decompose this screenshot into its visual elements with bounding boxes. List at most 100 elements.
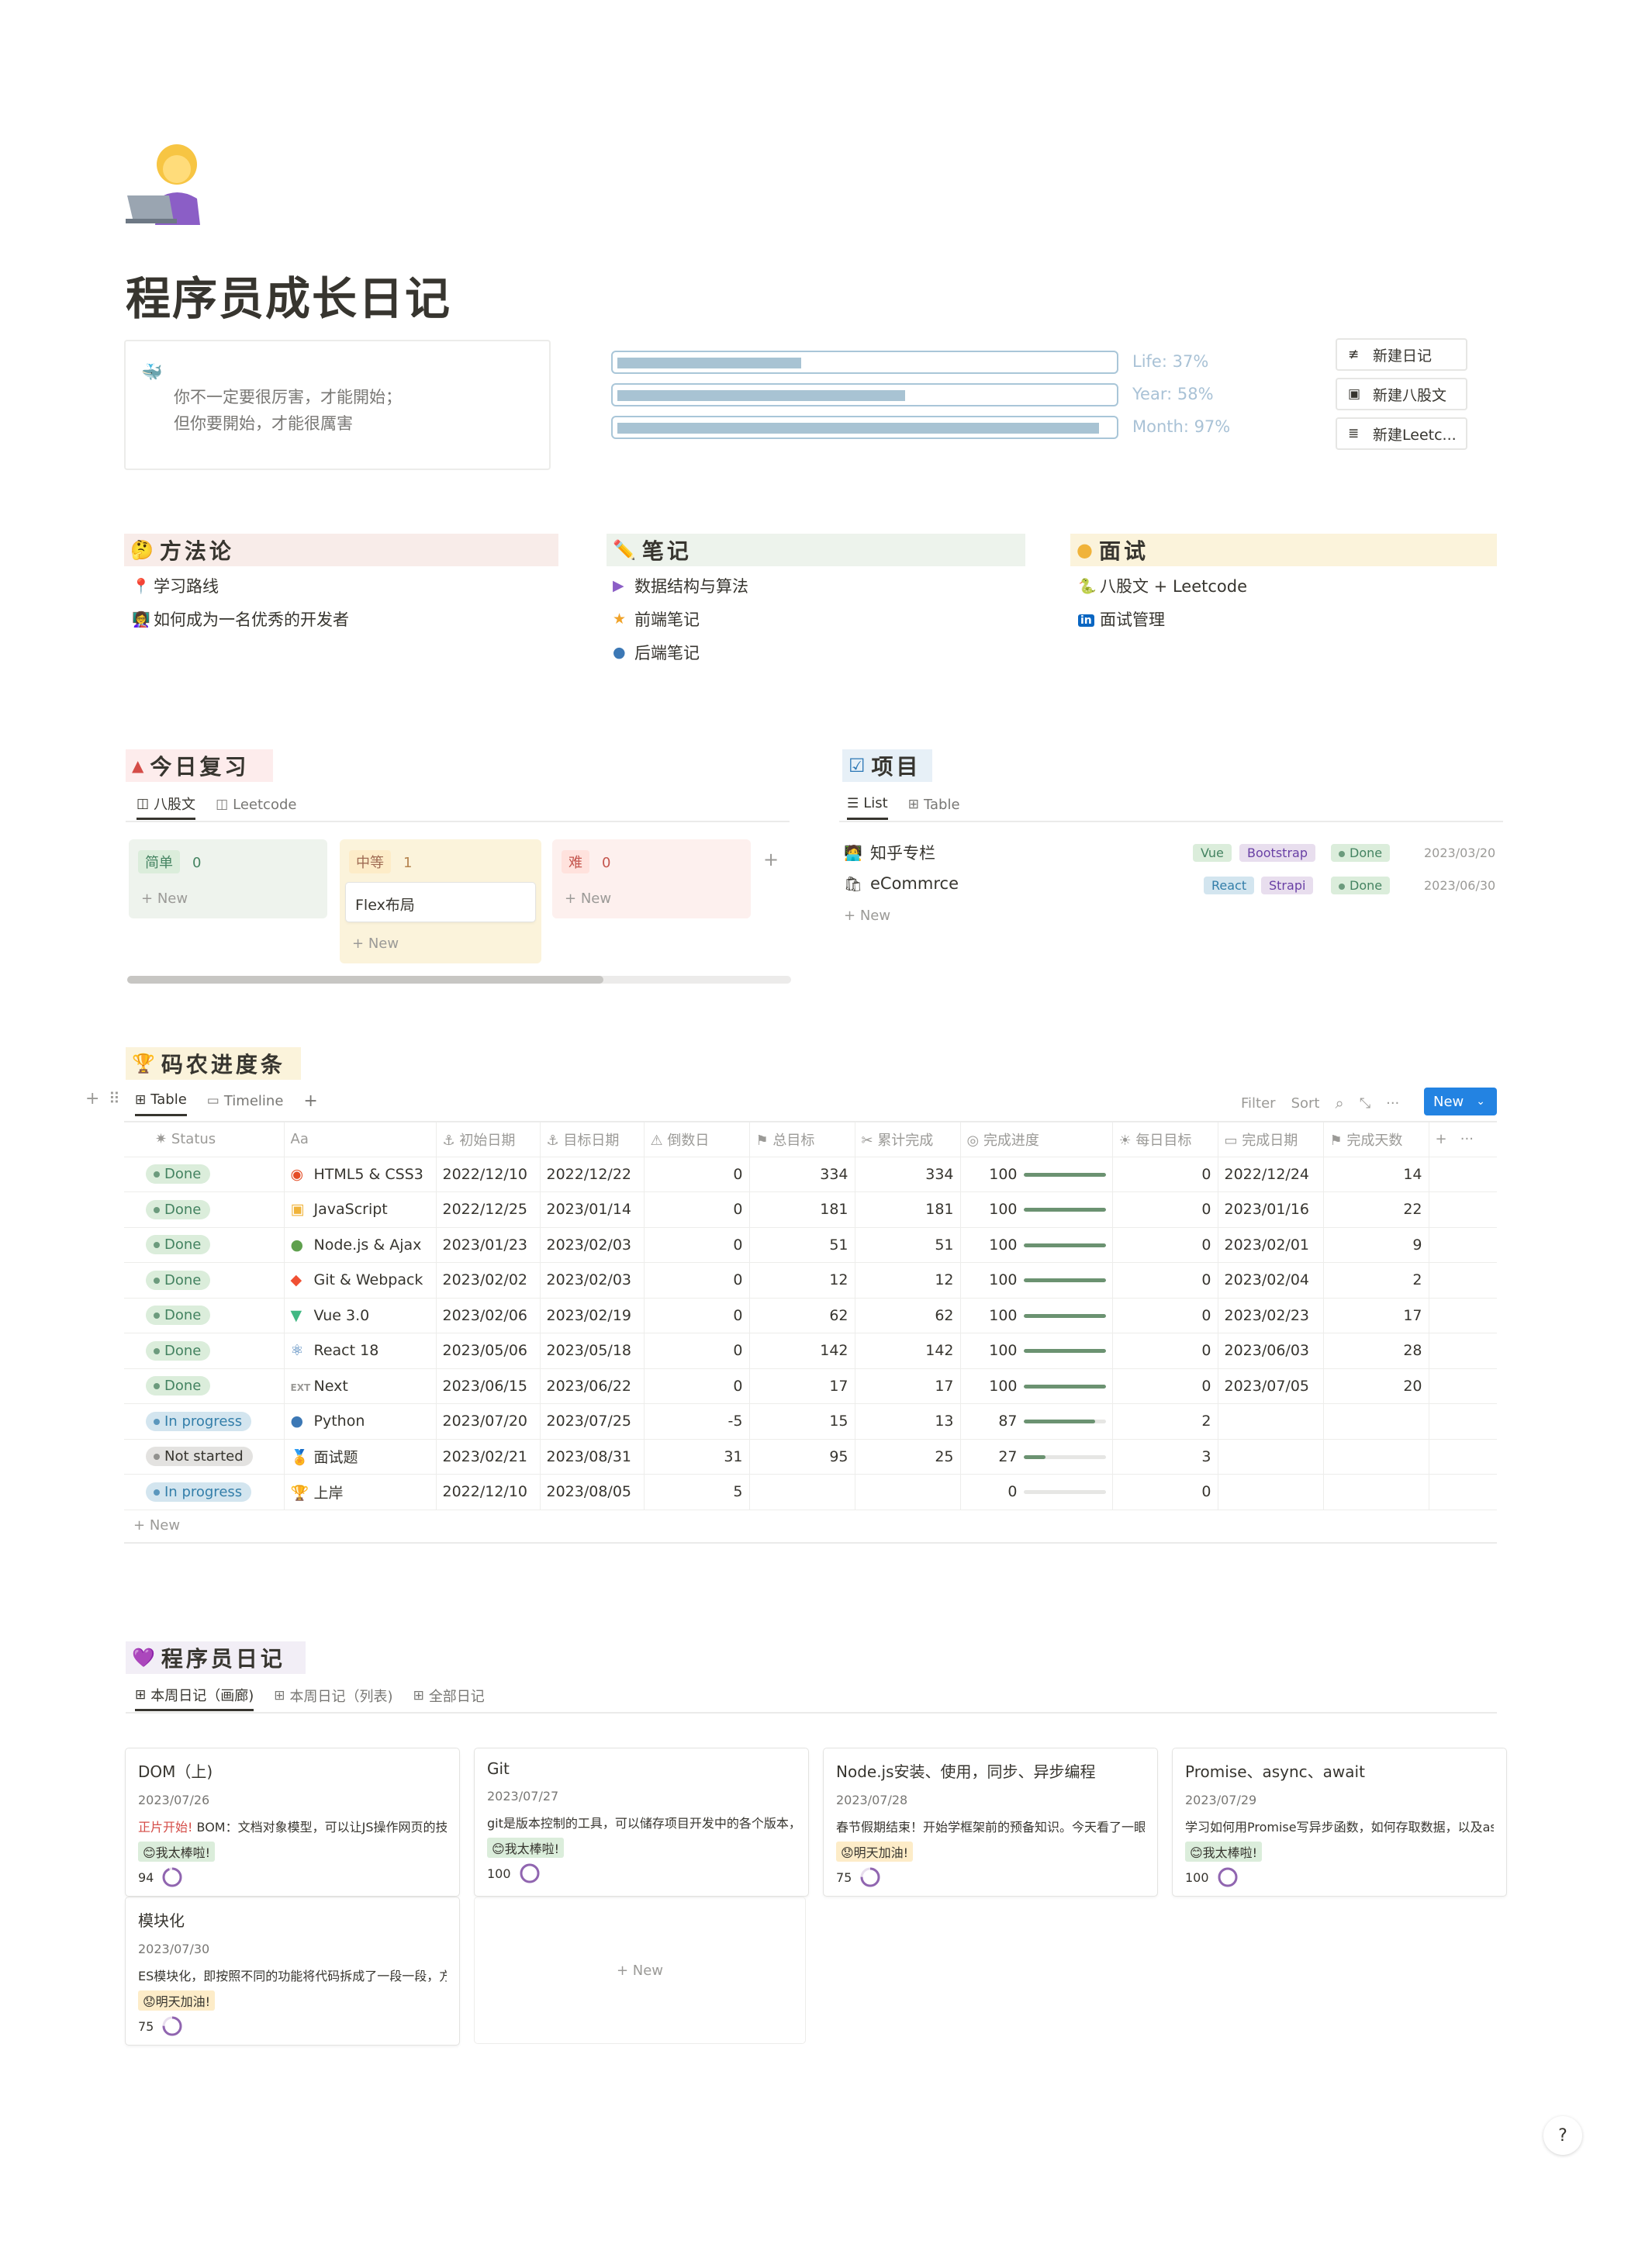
board-column-easy: 简单 0 + New bbox=[129, 839, 327, 918]
column-header[interactable]: ▭ 完成日期 bbox=[1218, 1122, 1324, 1157]
column-header[interactable]: ⚑ 完成天数 bbox=[1323, 1122, 1429, 1157]
new-baguwen-button[interactable]: ▣ 新建八股文 bbox=[1336, 378, 1467, 410]
link-backend-notes[interactable]: ● 后端笔记 bbox=[613, 641, 700, 664]
expand-icon[interactable]: ⤡ bbox=[1360, 1095, 1370, 1112]
status-badge[interactable]: Done bbox=[146, 1340, 211, 1361]
link-dsa[interactable]: ▶ 数据结构与算法 bbox=[613, 574, 748, 597]
table-header-row: ✷ Status Aa ⚓ 初始日期 ⚓ 目标日期 ⚠ 倒数日 ⚑ 总目标 ✂ 累计完成 ◎ … bbox=[124, 1122, 1497, 1157]
row-title[interactable]: HTML5 & CSS3 bbox=[314, 1166, 423, 1183]
status-badge[interactable]: In progress bbox=[146, 1411, 252, 1431]
column-header[interactable]: ⚑ 总目标 bbox=[749, 1122, 855, 1157]
start-date: 2023/07/20 bbox=[436, 1403, 541, 1440]
table-row[interactable]: Done ◉ HTML5 & CSS3 2022/12/10 2022/12/22 0 33… bbox=[124, 1157, 1497, 1192]
page-icon[interactable] bbox=[124, 138, 217, 225]
row-title[interactable]: Git & Webpack bbox=[314, 1271, 423, 1288]
column-header[interactable]: ◎ 完成进度 bbox=[960, 1122, 1113, 1157]
table-row[interactable]: Done ⚛ React 18 2023/05/06 2023/05/18 0 142 142… bbox=[124, 1333, 1497, 1369]
tab-tracker-table[interactable]: ⊞ Table bbox=[135, 1085, 187, 1116]
row-title[interactable]: 面试题 bbox=[314, 1449, 358, 1466]
column-header[interactable]: ⚓ 目标日期 bbox=[540, 1122, 645, 1157]
gallery-new-card[interactable]: + New bbox=[475, 1897, 805, 2043]
row-title[interactable]: JavaScript bbox=[314, 1201, 388, 1218]
add-view-plus-icon[interactable]: + bbox=[303, 1085, 317, 1116]
table-row[interactable]: Done EXT Next 2023/06/15 2023/06/22 0 17 17 100 0… bbox=[124, 1368, 1497, 1404]
tab-table[interactable]: ⊞ Table bbox=[908, 789, 960, 820]
status-badge[interactable]: Done bbox=[146, 1270, 211, 1290]
row-title[interactable]: 上岸 bbox=[314, 1485, 344, 1502]
projects-new-button[interactable]: + New bbox=[844, 908, 890, 924]
add-block-plus-icon[interactable]: + bbox=[85, 1089, 99, 1108]
link-good-developer[interactable]: 👩‍🏫 如何成为一名优秀的开发者 bbox=[132, 607, 349, 631]
column-header[interactable]: ⚓ 初始日期 bbox=[436, 1122, 541, 1157]
link-baguwen-leetcode[interactable]: 🐍 八股文 + Leetcode bbox=[1078, 574, 1247, 597]
countdown: 31 bbox=[644, 1439, 750, 1475]
table-row[interactable]: In progress ● Python 2023/07/20 2023/07/25 -5… bbox=[124, 1403, 1497, 1440]
status-badge[interactable]: Done bbox=[146, 1235, 211, 1255]
interview-icon: ● bbox=[1077, 539, 1093, 561]
new-diary-button[interactable]: ≢ 新建日记 bbox=[1336, 338, 1467, 371]
tracker-tabs: ⊞ Table ▭ Timeline + bbox=[135, 1085, 338, 1116]
row-title[interactable]: Vue 3.0 bbox=[314, 1307, 370, 1324]
js-icon: ▣ bbox=[290, 1201, 305, 1219]
status-badge[interactable]: Done bbox=[146, 1306, 211, 1326]
add-group-plus-icon[interactable]: + bbox=[763, 849, 779, 870]
table-row[interactable]: Done ● Node.js & Ajax 2023/01/23 2023/02/03 0… bbox=[124, 1227, 1497, 1263]
project-row[interactable]: 🛍 eCommrce bbox=[844, 874, 959, 893]
column-header[interactable]: ✂ 累计完成 bbox=[855, 1122, 961, 1157]
status-badge[interactable]: Not started bbox=[146, 1447, 253, 1467]
status-badge[interactable]: Done bbox=[146, 1199, 211, 1219]
tab-baguwen[interactable]: ◫ 八股文 bbox=[137, 789, 196, 820]
tab-diary-list[interactable]: ⊞ 本周日记（列表) bbox=[274, 1680, 392, 1711]
help-button[interactable]: ? bbox=[1543, 2116, 1582, 2155]
more-icon[interactable]: ··· bbox=[1386, 1095, 1399, 1112]
board-card[interactable]: Flex布局 bbox=[346, 883, 535, 922]
project-row[interactable]: 🧑‍💻 知乎专栏 bbox=[844, 841, 935, 864]
progress-mini-bar bbox=[1023, 1454, 1106, 1459]
tab-list[interactable]: ☰ List bbox=[847, 789, 888, 820]
tab-diary-gallery[interactable]: ⊞ 本周日记（画廊) bbox=[135, 1680, 254, 1711]
column-easy-new[interactable]: + New bbox=[141, 891, 188, 907]
filter-button[interactable]: Filter bbox=[1241, 1095, 1276, 1112]
tracker-new-row-button[interactable]: + New bbox=[133, 1517, 180, 1534]
add-column-header[interactable]: + ··· bbox=[1429, 1122, 1497, 1157]
table-row[interactable]: Done ▼ Vue 3.0 2023/02/06 2023/02/19 0 62 62 100… bbox=[124, 1298, 1497, 1333]
column-header[interactable]: ✷ Status bbox=[124, 1122, 285, 1157]
table-row[interactable]: Not started 🏅 面试题 2023/02/21 2023/08/31 31 95 2… bbox=[124, 1439, 1497, 1475]
column-header[interactable]: Aa bbox=[284, 1122, 437, 1157]
tab-diary-all[interactable]: ⊞ 全部日记 bbox=[413, 1680, 485, 1711]
new-record-button[interactable]: New ⌄ bbox=[1424, 1088, 1497, 1115]
row-title[interactable]: React 18 bbox=[314, 1342, 379, 1359]
node-icon: ● bbox=[290, 1236, 304, 1254]
diary-card[interactable]: Promise、async、await 2023/07/29 学习如何用Prom… bbox=[1173, 1748, 1506, 1896]
table-row[interactable]: In progress 🏆 上岸 2022/12/10 2023/08/05 5 0 0 bbox=[124, 1474, 1497, 1510]
search-icon[interactable]: ⌕ bbox=[1335, 1094, 1343, 1112]
progress-ring-icon bbox=[162, 2016, 182, 2036]
link-interview-mgmt[interactable]: in 面试管理 bbox=[1078, 607, 1165, 631]
drag-handle-icon[interactable]: ⠿ bbox=[109, 1089, 120, 1108]
status-badge[interactable]: Done bbox=[146, 1376, 211, 1396]
board-scrollbar-track[interactable] bbox=[127, 976, 791, 984]
column-type-icon: ◎ bbox=[966, 1132, 983, 1149]
diary-card[interactable]: 模块化 2023/07/30 ES模块化，即按照不同的功能将代码拆成了一段一段，… bbox=[126, 1897, 459, 2045]
column-header[interactable]: ☀ 每日目标 bbox=[1112, 1122, 1218, 1157]
tab-tracker-timeline[interactable]: ▭ Timeline bbox=[207, 1085, 284, 1116]
link-frontend-notes[interactable]: ★ 前端笔记 bbox=[613, 607, 700, 631]
column-header[interactable]: ⚠ 倒数日 bbox=[644, 1122, 750, 1157]
row-title[interactable]: Python bbox=[314, 1413, 365, 1430]
status-badge[interactable]: In progress bbox=[146, 1482, 252, 1502]
sort-button[interactable]: Sort bbox=[1291, 1095, 1320, 1112]
diary-card[interactable]: Node.js安装、使用，同步、异步编程 2023/07/28 春节假期结束！开… bbox=[824, 1748, 1157, 1896]
table-row[interactable]: Done ◆ Git & Webpack 2023/02/02 2023/02/03 0 1… bbox=[124, 1262, 1497, 1299]
new-leetcode-button[interactable]: ≣ 新建Leetc... bbox=[1336, 417, 1467, 450]
diary-card[interactable]: Git 2023/07/27 git是版本控制的工具，可以储存项目开发中的各个版… bbox=[475, 1748, 808, 1896]
column-medium-new[interactable]: + New bbox=[352, 936, 399, 952]
row-title[interactable]: Next bbox=[314, 1378, 348, 1395]
table-row[interactable]: Done ▣ JavaScript 2022/12/25 2023/01/14 0 181 1… bbox=[124, 1191, 1497, 1228]
link-learning-path[interactable]: 📍 学习路线 bbox=[132, 574, 219, 597]
tab-leetcode[interactable]: ◫ Leetcode bbox=[216, 789, 296, 820]
status-badge[interactable]: Done bbox=[146, 1164, 211, 1185]
row-title[interactable]: Node.js & Ajax bbox=[314, 1236, 422, 1254]
board-scrollbar-thumb[interactable] bbox=[127, 976, 603, 984]
column-hard-new[interactable]: + New bbox=[565, 891, 611, 907]
diary-card[interactable]: DOM（上) 2023/07/26 正片开始! BOM：文档对象模型，可以让JS… bbox=[126, 1748, 459, 1896]
